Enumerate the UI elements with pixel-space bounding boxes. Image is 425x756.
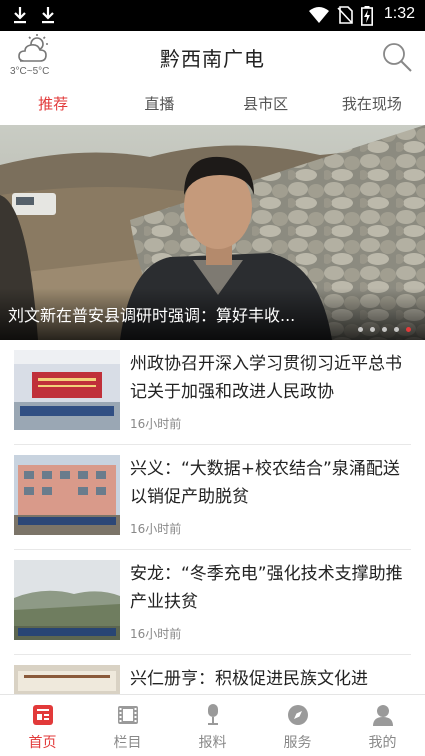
carousel-dot-active[interactable]	[406, 327, 411, 332]
page-title: 黔西南广电	[160, 47, 265, 71]
banner-carousel[interactable]: 刘文新在普安县调研时强调：算好丰收...	[0, 125, 425, 340]
nav-report[interactable]: 报料	[170, 695, 255, 756]
bottom-navigation: 首页 栏目 报料 服务 我的	[0, 694, 425, 756]
nav-services[interactable]: 服务	[255, 695, 340, 756]
tab-on-site[interactable]: 我在现场	[319, 83, 425, 125]
news-time: 16小时前	[130, 627, 182, 641]
home-news-icon	[32, 705, 53, 725]
download-icon	[42, 7, 54, 24]
nav-label: 服务	[283, 735, 312, 751]
nav-columns[interactable]: 栏目	[85, 695, 170, 756]
news-thumbnail	[14, 455, 120, 535]
news-thumbnail	[14, 350, 120, 430]
nav-home[interactable]: 首页	[0, 695, 85, 756]
carousel-indicators	[358, 327, 411, 332]
carousel-dot[interactable]	[382, 327, 387, 332]
wifi-icon	[309, 7, 329, 23]
user-icon	[372, 705, 393, 726]
news-item[interactable]: 州政协召开深入学习贯彻习近平总书记关于加强和改进人民政协 16小时前	[0, 340, 425, 445]
news-title: 安龙：“冬季充电”强化技术支撑助推产业扶贫	[130, 564, 403, 612]
news-item[interactable]: 安龙：“冬季充电”强化技术支撑助推产业扶贫 16小时前	[0, 550, 425, 655]
carousel-dot[interactable]	[358, 327, 363, 332]
battery-charging-icon	[361, 6, 373, 26]
status-bar: 1:32	[0, 0, 425, 31]
news-title: 兴仁册亨：积极促进民族文化进	[130, 669, 368, 689]
news-time: 16小时前	[130, 417, 182, 431]
search-icon[interactable]	[381, 41, 413, 73]
app-header: 3°C~5°C 黔西南广电	[0, 31, 425, 83]
tab-counties[interactable]: 县市区	[213, 83, 319, 125]
category-tabs: 推荐 直播 县市区 我在现场	[0, 83, 425, 125]
compass-icon	[287, 705, 308, 725]
nav-label: 首页	[28, 735, 57, 751]
microphone-icon	[207, 704, 218, 725]
carousel-dot[interactable]	[394, 327, 399, 332]
banner-caption: 刘文新在普安县调研时强调：算好丰收...	[8, 306, 296, 325]
news-time: 16小时前	[130, 522, 182, 536]
tab-recommended[interactable]: 推荐	[0, 83, 106, 125]
nav-label: 报料	[198, 735, 227, 751]
no-sim-icon	[337, 6, 353, 24]
tab-live[interactable]: 直播	[106, 83, 212, 125]
download-icon	[14, 7, 26, 24]
news-title: 州政协召开深入学习贯彻习近平总书记关于加强和改进人民政协	[130, 354, 402, 402]
news-thumbnail	[14, 560, 120, 640]
news-title: 兴义：“大数据+校农结合”泉涌配送以销促产助脱贫	[130, 459, 400, 507]
carousel-dot[interactable]	[370, 327, 375, 332]
nav-label: 我的	[368, 735, 397, 751]
news-item[interactable]: 兴义：“大数据+校农结合”泉涌配送以销促产助脱贫 16小时前	[0, 445, 425, 550]
film-icon	[117, 706, 138, 724]
clock: 1:32	[383, 5, 415, 22]
nav-profile[interactable]: 我的	[340, 695, 425, 756]
nav-label: 栏目	[113, 735, 142, 751]
